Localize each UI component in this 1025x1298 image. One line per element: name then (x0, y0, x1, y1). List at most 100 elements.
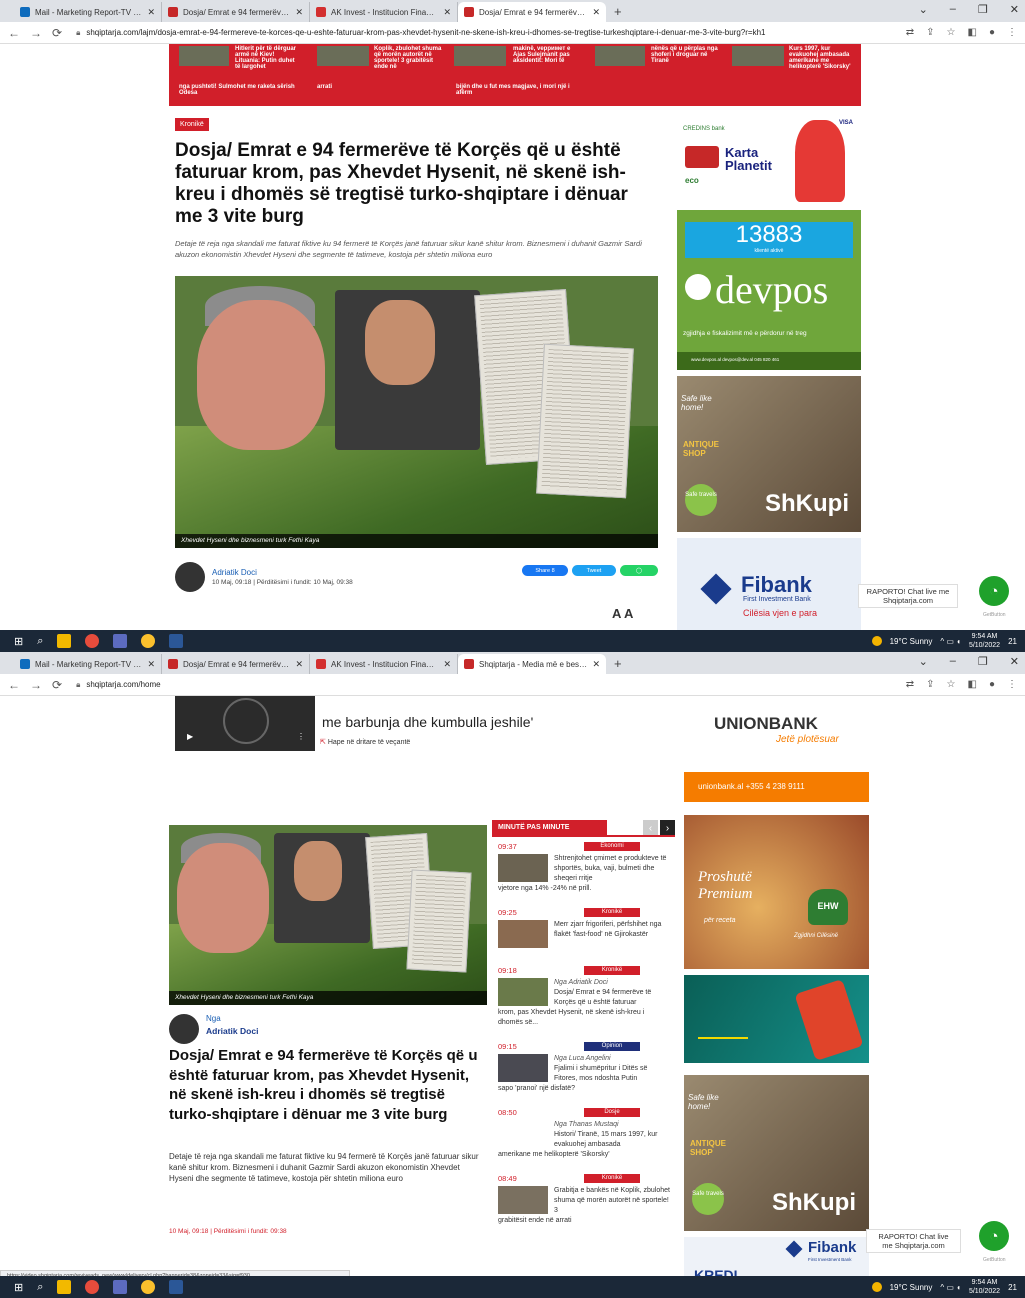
app-icon[interactable] (85, 1280, 100, 1294)
close-tab-icon[interactable]: ✕ (443, 659, 451, 670)
file-explorer-icon[interactable] (57, 1280, 72, 1294)
restore-button[interactable]: ❐ (978, 655, 988, 668)
menu-icon[interactable]: ⋮ (1007, 27, 1017, 38)
tab-ak-invest[interactable]: AK Invest - Institucion Financiar ✕ (310, 654, 458, 674)
credins-ad[interactable]: CREDINS bank VISA Karta Planetit eco (677, 118, 861, 206)
close-tab-icon[interactable]: ✕ (443, 7, 451, 18)
clock[interactable]: 9:54 AM 5/10/2022 (969, 1278, 1000, 1296)
skupi-ad[interactable]: Safe like home! ANTIQUE SHOP Safe travel… (684, 1075, 869, 1231)
profile-icon[interactable]: ● (989, 679, 995, 690)
author-avatar[interactable] (175, 562, 205, 592)
weather-text[interactable]: 19°C Sunny (890, 1283, 933, 1292)
skupi-ad[interactable]: Safe like home! ANTIQUE SHOP Safe travel… (677, 376, 861, 532)
translate-icon[interactable]: ⇄ (906, 27, 914, 38)
close-tab-icon[interactable]: ✕ (147, 7, 155, 18)
video-title[interactable]: me barbunja dhe kumbulla jeshile' (322, 714, 533, 730)
news-thumbnail[interactable] (732, 46, 784, 66)
tab-home-active[interactable]: Shqiptarja - Media më e besuesh ✕ (458, 654, 606, 674)
tray-icons[interactable]: ^ ▭ ◖ (940, 1283, 961, 1292)
search-icon[interactable]: ⌕ (37, 1281, 43, 1294)
file-explorer-icon[interactable] (57, 634, 72, 648)
news-thumbnail[interactable] (454, 46, 506, 66)
video-player[interactable]: ▶ ⋮ (175, 696, 315, 751)
chevron-down-icon[interactable]: ⌄ (919, 3, 928, 16)
devpos-ad[interactable]: 13883 klientë aktivë devpos zgjidhja e f… (677, 210, 861, 370)
back-icon[interactable]: ← (8, 26, 20, 40)
popout-link[interactable]: ⇱ Hape në dritare të veçantë (320, 738, 410, 746)
chat-label[interactable]: RAPORTO! Chat live me Shqiptarja.com (858, 584, 958, 608)
minimize-button[interactable]: – (950, 3, 956, 16)
close-tab-icon[interactable]: ✕ (147, 659, 155, 670)
weather-text[interactable]: 19°C Sunny (890, 637, 933, 646)
play-icon[interactable]: ▶ (187, 732, 193, 741)
tray-icons[interactable]: ^ ▭ ◖ (940, 637, 961, 646)
word-icon[interactable] (169, 634, 184, 648)
close-tab-icon[interactable]: ✕ (295, 7, 303, 18)
more-icon[interactable]: ⋮ (297, 732, 305, 741)
close-window-button[interactable]: ✕ (1010, 3, 1019, 16)
windows-start-icon[interactable]: ⊞ (14, 635, 23, 648)
font-size-controls[interactable]: A A (612, 606, 633, 621)
strip-item[interactable]: Koplik, zbulohet shuma që morën autorët … (374, 46, 444, 70)
clock[interactable]: 9:54 AM 5/10/2022 (969, 632, 1000, 650)
tab-article[interactable]: Dosja/ Emrat e 94 fermerëve të K ✕ (162, 654, 310, 674)
chat-button[interactable]: ◔ (979, 1221, 1009, 1251)
windows-start-icon[interactable]: ⊞ (14, 1281, 23, 1294)
forward-icon[interactable]: → (30, 678, 42, 692)
tab-article-active[interactable]: Dosja/ Emrat e 94 fermerëve të K ✕ (458, 2, 606, 22)
close-tab-icon[interactable]: ✕ (592, 7, 600, 18)
notification-icon[interactable]: 21 (1008, 1283, 1017, 1292)
strip-item[interactable]: Kurs 1997, kur evakuohej ambasada amerik… (789, 46, 859, 70)
featured-photo[interactable]: Xhevdet Hyseni dhe biznesmeni turk Fethi… (169, 825, 487, 1005)
whatsapp-share-button[interactable]: ◯ (620, 565, 658, 576)
chevron-down-icon[interactable]: ⌄ (919, 655, 928, 668)
strip-item[interactable]: makinë, vepримет e Ajas Sulejmanit pas a… (513, 46, 583, 64)
strip-item[interactable]: nënës që u përplas nga shoferi i droguar… (651, 46, 721, 64)
profile-icon[interactable]: ● (989, 27, 995, 38)
url-field[interactable]: 🔒︎ shqiptarja.com/home (72, 680, 896, 690)
tab-mail[interactable]: Mail - Marketing Report-TV - Ou ✕ (14, 2, 162, 22)
close-tab-icon[interactable]: ✕ (592, 659, 600, 670)
twitter-share-button[interactable]: Tweet (572, 565, 616, 576)
sidepanel-icon[interactable]: ◧ (968, 27, 977, 38)
chat-label[interactable]: RAPORTO! Chat live me Shqiptarja.com (866, 1229, 961, 1253)
search-icon[interactable]: ⌕ (37, 635, 43, 648)
reload-icon[interactable]: ⟳ (52, 678, 62, 692)
new-tab-button[interactable]: + (606, 2, 630, 22)
tech-ad[interactable] (684, 975, 869, 1063)
author-link[interactable]: Adriatik Doci (206, 1026, 258, 1036)
close-tab-icon[interactable]: ✕ (295, 659, 303, 670)
proshutte-ad[interactable]: Proshutë Premium për receta EHW Zgjidhni… (684, 815, 869, 969)
share-icon[interactable]: ⇪ (926, 679, 934, 690)
chat-button[interactable]: ◔ (979, 576, 1009, 606)
tab-mail[interactable]: Mail - Marketing Report-TV - Ou ✕ (14, 654, 162, 674)
back-icon[interactable]: ← (8, 678, 20, 692)
strip-item[interactable]: bijën dhe u fut mes magjave, i mori një … (456, 84, 586, 96)
featured-headline[interactable]: Dosja/ Emrat e 94 fermerëve të Korçës që… (169, 1046, 481, 1124)
menu-icon[interactable]: ⋮ (1007, 679, 1017, 690)
strip-item[interactable]: arrati (317, 84, 381, 90)
strip-item[interactable]: Hitlerit për të dërguar armë në Kiev! Li… (235, 46, 299, 70)
tab-ak-invest[interactable]: AK Invest - Institucion Financiar ✕ (310, 2, 458, 22)
close-window-button[interactable]: ✕ (1010, 655, 1019, 668)
strip-item[interactable]: ngа pushteti! Sulmohet me raketa sërish … (179, 84, 309, 96)
news-thumbnail[interactable] (317, 46, 369, 66)
tab-article-1[interactable]: Dosja/ Emrat e 94 fermerëve të K ✕ (162, 2, 310, 22)
app-icon[interactable] (85, 634, 100, 648)
author-avatar[interactable] (169, 1014, 199, 1044)
chrome-icon[interactable] (141, 1280, 156, 1294)
category-badge[interactable]: Kronikë (175, 118, 209, 131)
star-icon[interactable]: ☆ (947, 27, 956, 38)
unionbank-ad[interactable]: UNIONBANK Jetë plotësuar unionbank.al +3… (684, 696, 869, 802)
share-icon[interactable]: ⇪ (926, 27, 934, 38)
reload-icon[interactable]: ⟳ (52, 26, 62, 40)
facebook-share-button[interactable]: Share 8 (522, 565, 568, 576)
fibank-ad[interactable]: Fibank First Investment Bank Cilësia vje… (677, 538, 861, 630)
star-icon[interactable]: ☆ (947, 679, 956, 690)
chrome-icon[interactable] (141, 634, 156, 648)
translate-icon[interactable]: ⇄ (906, 679, 914, 690)
calculator-icon[interactable] (113, 1280, 128, 1294)
forward-icon[interactable]: → (30, 26, 42, 40)
notification-icon[interactable]: 21 (1008, 637, 1017, 646)
sidepanel-icon[interactable]: ◧ (968, 679, 977, 690)
